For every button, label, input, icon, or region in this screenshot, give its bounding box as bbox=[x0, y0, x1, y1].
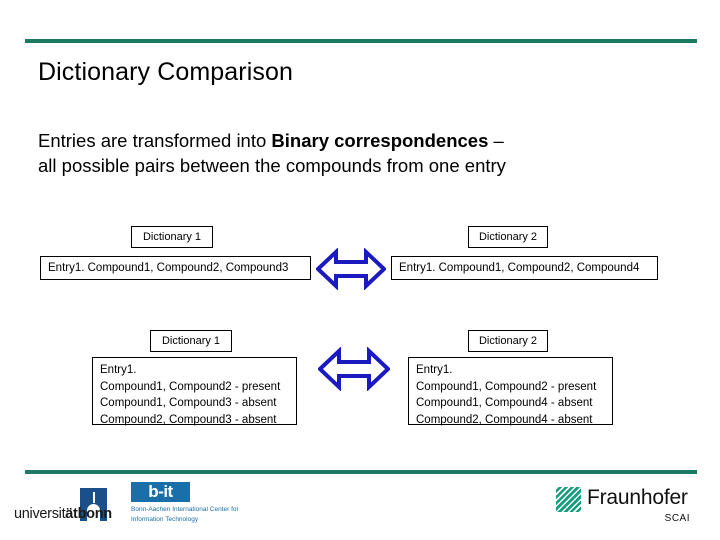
pair-line: Entry1. bbox=[100, 364, 137, 376]
slide: Dictionary Comparison Entries are transf… bbox=[0, 0, 720, 540]
fraunhofer-wordmark: Fraunhofer bbox=[587, 486, 688, 509]
uni-word-bold: ätbonn bbox=[65, 506, 112, 522]
double-arrow-icon-row2 bbox=[317, 346, 391, 392]
bit-caption-line1: Bonn-Aachen International Center for bbox=[131, 506, 239, 513]
crest-spire-shape bbox=[92, 492, 95, 503]
body-line2: all possible pairs between the compounds… bbox=[38, 155, 506, 176]
bit-wordmark: b-it bbox=[131, 482, 190, 502]
pair-line: Compound2, Compound3 - absent bbox=[100, 413, 277, 426]
dictionary-2-pairs-row2: Entry1. Compound1, Compound2 - present C… bbox=[408, 357, 613, 426]
university-of-bonn-wordmark: universitätbonn bbox=[14, 506, 112, 522]
pair-line: Compound1, Compound3 - absent bbox=[100, 397, 277, 409]
dictionary-1-entry-row1: Entry1. Compound1, Compound2, Compound3 bbox=[40, 256, 311, 280]
bit-logo: b-it Bonn-Aachen International Center fo… bbox=[131, 482, 281, 526]
dictionary-1-label-row2: Dictionary 1 bbox=[150, 330, 232, 352]
body-text: Entries are transformed into Binary corr… bbox=[38, 128, 698, 178]
body-emphasis: Binary correspondences bbox=[271, 130, 489, 151]
pair-line: Compound2, Compound4 - absent bbox=[416, 413, 593, 426]
dictionary-1-label-row1: Dictionary 1 bbox=[131, 226, 213, 248]
bit-caption: Bonn-Aachen International Center for Inf… bbox=[131, 505, 281, 525]
body-trail: – bbox=[488, 130, 504, 151]
fraunhofer-mark-icon bbox=[556, 487, 581, 512]
dictionary-2-label-row2: Dictionary 2 bbox=[468, 330, 548, 352]
pair-line: Entry1. bbox=[416, 364, 453, 376]
dictionary-2-entry-row1: Entry1. Compound1, Compound2, Compound4 bbox=[391, 256, 658, 280]
body-lead: Entries are transformed into bbox=[38, 130, 272, 151]
double-arrow-icon-row1 bbox=[315, 247, 387, 291]
page-title: Dictionary Comparison bbox=[38, 58, 293, 86]
fraunhofer-logo: Fraunhofer SCAI bbox=[556, 486, 692, 530]
pair-line: Compound1, Compound4 - absent bbox=[416, 397, 593, 409]
footer: universitätbonn b-it Bonn-Aachen Interna… bbox=[0, 476, 720, 540]
university-of-bonn-logo: universitätbonn bbox=[14, 488, 122, 524]
pair-line: Compound1, Compound2 - present bbox=[416, 380, 597, 393]
title-divider-top bbox=[25, 39, 697, 43]
pair-line: Compound1, Compound2 - present bbox=[100, 380, 281, 393]
footer-divider bbox=[25, 470, 697, 474]
dictionary-1-pairs-row2: Entry1. Compound1, Compound2 - present C… bbox=[92, 357, 297, 426]
uni-word-light: universit bbox=[14, 506, 66, 522]
bit-caption-line2: Information Technology bbox=[131, 516, 199, 523]
fraunhofer-institute-label: SCAI bbox=[664, 513, 690, 524]
dictionary-2-label-row1: Dictionary 2 bbox=[468, 226, 548, 248]
fraunhofer-stripes-shape bbox=[556, 487, 581, 512]
